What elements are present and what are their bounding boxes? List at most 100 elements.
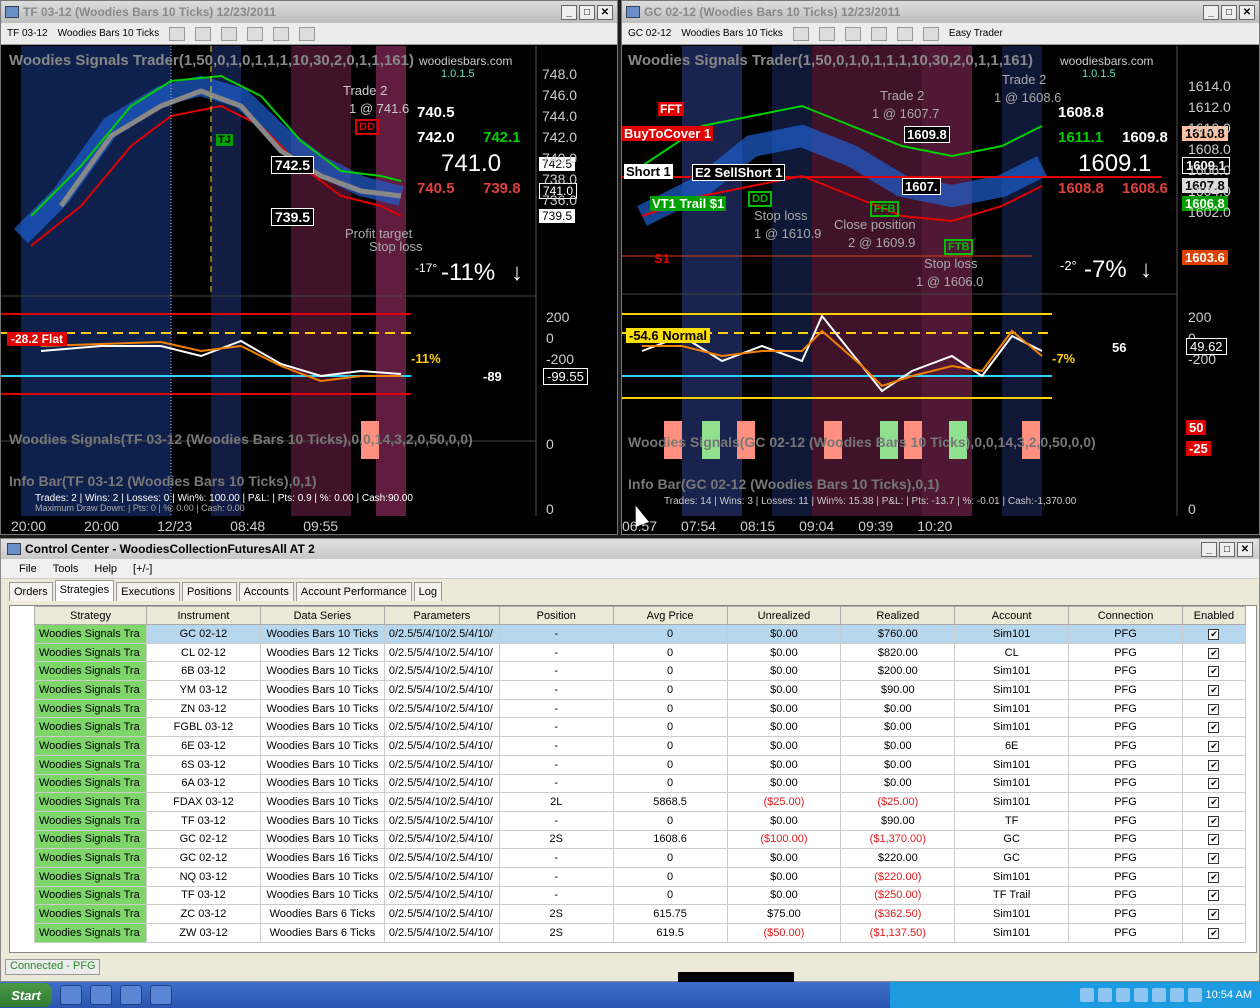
tab-accounts[interactable]: Accounts [238, 582, 294, 601]
table-row[interactable]: Woodies Signals Tra CL 02-12 Woodies Bars … [34, 642, 1247, 663]
tray-icon[interactable] [1115, 988, 1130, 1002]
enabled-checkbox[interactable]: ✔ [1208, 815, 1220, 827]
tab-executions[interactable]: Executions [116, 582, 180, 601]
enabled-checkbox[interactable]: ✔ [1208, 722, 1220, 734]
properties-icon[interactable] [922, 26, 939, 41]
browser-icon[interactable] [60, 985, 82, 1005]
gc-chart-window[interactable]: GC 02-12 (Woodies Bars 10 Ticks) 12/23/2… [621, 0, 1260, 535]
table-row[interactable]: Woodies Signals Tra GC 02-12 Woodies Bars … [34, 829, 1247, 850]
tf-price-chart[interactable]: Woodies Signals Trader(1,50,0,1,0,1,1,1,… [1, 46, 617, 534]
control-center-window[interactable]: Control Center - WoodiesCollectionFuture… [0, 538, 1260, 982]
maximize-button[interactable]: □ [579, 4, 595, 20]
enabled-checkbox[interactable]: ✔ [1208, 666, 1220, 678]
zoom-icon[interactable] [896, 26, 913, 41]
enabled-checkbox[interactable]: ✔ [1208, 927, 1220, 939]
bar-type-icon[interactable] [792, 26, 809, 41]
menu-file[interactable]: File [19, 563, 37, 575]
col-data-series[interactable]: Data Series [259, 606, 385, 625]
enabled-checkbox[interactable]: ✔ [1208, 797, 1220, 809]
col-connection[interactable]: Connection [1068, 606, 1183, 625]
enabled-checkbox[interactable]: ✔ [1208, 909, 1220, 921]
enabled-checkbox[interactable]: ✔ [1208, 684, 1220, 696]
tf-chart-window[interactable]: TF 03-12 (Woodies Bars 10 Ticks) 12/23/2… [0, 0, 618, 535]
enabled-checkbox[interactable]: ✔ [1208, 628, 1220, 640]
table-row[interactable]: Woodies Signals Tra GC 02-12 Woodies Bars … [34, 848, 1247, 868]
gc-chart-titlebar[interactable]: GC 02-12 (Woodies Bars 10 Ticks) 12/23/2… [622, 1, 1259, 23]
close-button[interactable]: ✕ [597, 4, 613, 20]
enabled-checkbox[interactable]: ✔ [1208, 778, 1220, 790]
minimize-button[interactable]: _ [1201, 541, 1217, 557]
tray-icon[interactable] [1169, 988, 1184, 1002]
bar-type-icon[interactable] [169, 26, 186, 41]
folder-icon[interactable] [90, 985, 112, 1005]
tray-icon[interactable] [1079, 988, 1094, 1002]
gc-price-chart[interactable]: Woodies Signals Trader(1,50,0,1,0,1,1,1,… [622, 46, 1259, 534]
minimize-button[interactable]: _ [561, 4, 577, 20]
tray-icon[interactable] [1151, 988, 1166, 1002]
series-selector[interactable]: Woodies Bars 10 Ticks [681, 28, 783, 39]
table-row[interactable]: Woodies Signals Tra TF 03-12 Woodies Bars … [34, 885, 1247, 906]
tab-strategies[interactable]: Strategies [54, 580, 115, 601]
menu-toggle[interactable]: [+/-] [133, 563, 152, 575]
table-row[interactable]: Woodies Signals Tra 6E 03-12 Woodies Bars … [34, 736, 1247, 756]
col-instrument[interactable]: Instrument [145, 606, 261, 625]
maximize-button[interactable]: □ [1219, 541, 1235, 557]
table-row[interactable]: Woodies Signals Tra 6S 03-12 Woodies Bars … [34, 754, 1247, 775]
menu-tools[interactable]: Tools [53, 563, 79, 575]
col-enabled[interactable]: Enabled [1181, 606, 1247, 625]
instrument-selector[interactable]: GC 02-12 [628, 28, 671, 39]
table-row[interactable]: Woodies Signals Tra 6B 03-12 Woodies Bars … [34, 661, 1247, 682]
col-unrealized[interactable]: Unrealized [726, 606, 842, 625]
enabled-checkbox[interactable]: ✔ [1208, 834, 1220, 846]
col-avg-price[interactable]: Avg Price [612, 606, 728, 625]
enabled-checkbox[interactable]: ✔ [1208, 703, 1220, 715]
col-parameters[interactable]: Parameters [383, 606, 500, 625]
series-selector[interactable]: Woodies Bars 10 Ticks [58, 28, 160, 39]
menu-help[interactable]: Help [94, 563, 117, 575]
table-row[interactable]: Woodies Signals Tra ZW 03-12 Woodies Bars … [34, 923, 1247, 943]
strategies-grid[interactable]: Strategy Instrument Data Series Paramete… [9, 605, 1257, 953]
properties-icon[interactable] [299, 26, 316, 41]
tab-orders[interactable]: Orders [9, 582, 53, 601]
table-row[interactable]: Woodies Signals Tra 6A 03-12 Woodies Bars … [34, 773, 1247, 794]
table-row[interactable]: Woodies Signals Tra ZN 03-12 Woodies Bars … [34, 698, 1247, 719]
col-position[interactable]: Position [498, 606, 614, 625]
table-row[interactable]: Woodies Signals Tra FDAX 03-12 Woodies Bar… [34, 792, 1247, 812]
close-button[interactable]: ✕ [1237, 541, 1253, 557]
ninjatrader-icon[interactable] [150, 985, 172, 1005]
speaker-icon[interactable] [1187, 988, 1202, 1002]
enabled-checkbox[interactable]: ✔ [1208, 871, 1220, 883]
tray-icon[interactable] [1097, 988, 1112, 1002]
indicator-icon[interactable] [221, 26, 238, 41]
start-button[interactable]: Start [0, 983, 52, 1007]
tab-log[interactable]: Log [413, 582, 442, 601]
table-row[interactable]: Woodies Signals Tra FGBL 03-12 Woodies Bar… [34, 717, 1247, 738]
cursor-icon[interactable] [870, 26, 887, 41]
col-realized[interactable]: Realized [840, 606, 956, 625]
tab-account-performance[interactable]: Account Performance [295, 582, 412, 601]
enabled-checkbox[interactable]: ✔ [1208, 853, 1220, 865]
table-row[interactable]: Woodies Signals Tra ZC 03-12 Woodies Bars … [34, 904, 1247, 924]
zoom-icon[interactable] [273, 26, 290, 41]
table-row[interactable]: Woodies Signals Tra YM 03-12 Woodies Bars … [34, 680, 1247, 700]
maximize-button[interactable]: □ [1221, 4, 1237, 20]
tab-positions[interactable]: Positions [181, 582, 237, 601]
col-strategy[interactable]: Strategy [34, 606, 147, 625]
table-row[interactable]: Woodies Signals Tra GC 02-12 Woodies Bars … [34, 624, 1247, 644]
close-button[interactable]: ✕ [1239, 4, 1255, 20]
enabled-checkbox[interactable]: ✔ [1208, 890, 1220, 902]
control-center-titlebar[interactable]: Control Center - WoodiesCollectionFuture… [1, 539, 1259, 559]
desktop-icon[interactable] [120, 985, 142, 1005]
enabled-checkbox[interactable]: ✔ [1208, 759, 1220, 771]
instrument-selector[interactable]: TF 03-12 [7, 28, 48, 39]
clock[interactable]: 10:54 AM [1206, 989, 1252, 1001]
indicator-icon[interactable] [844, 26, 861, 41]
minimize-button[interactable]: _ [1203, 4, 1219, 20]
enabled-checkbox[interactable]: ✔ [1208, 740, 1220, 752]
col-account[interactable]: Account [954, 606, 1070, 625]
enabled-checkbox[interactable]: ✔ [1208, 647, 1220, 659]
cursor-icon[interactable] [247, 26, 264, 41]
pencil-icon[interactable] [195, 26, 212, 41]
tf-chart-titlebar[interactable]: TF 03-12 (Woodies Bars 10 Ticks) 12/23/2… [1, 1, 617, 23]
tray-icon[interactable] [1133, 988, 1148, 1002]
